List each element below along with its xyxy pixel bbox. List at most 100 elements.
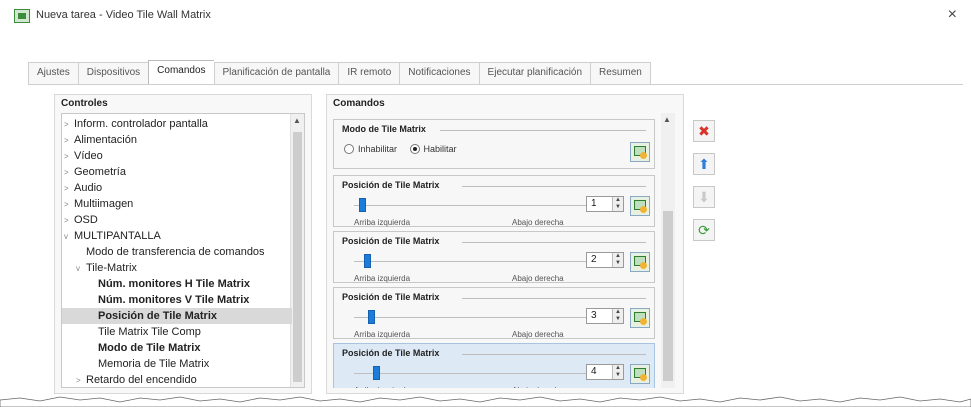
tree-item[interactable]: > Alimentación — [62, 132, 292, 148]
tree-item[interactable]: Tile Matrix Tile Comp — [62, 324, 292, 340]
commands-scrollbar[interactable]: ▲ — [661, 113, 675, 388]
tree-item[interactable]: v MULTIPANTALLA — [62, 228, 292, 244]
tree-scrollbar[interactable]: ▲ — [290, 114, 304, 387]
position-spinbox[interactable]: 2 ▲ ▼ — [586, 252, 624, 268]
position-group: Posición de Tile Matrix Arriba izquierda A… — [333, 343, 655, 388]
chevron-right-icon[interactable]: > — [64, 213, 74, 229]
tree-item[interactable]: Modo de transferencia de comandos — [62, 244, 292, 260]
slider-min-label: Arriba izquierda — [354, 330, 411, 339]
chevron-right-icon[interactable]: > — [64, 117, 74, 133]
slider-thumb[interactable] — [373, 366, 380, 380]
chevron-right-icon[interactable]: > — [64, 181, 74, 197]
tree-item[interactable]: Modo de Tile Matrix — [62, 340, 292, 356]
scroll-up-icon[interactable]: ▲ — [293, 116, 301, 125]
scroll-thumb[interactable] — [293, 132, 302, 382]
chevron-down-icon[interactable]: v — [64, 229, 74, 245]
slider-thumb[interactable] — [368, 310, 375, 324]
tree-item-label: Núm. monitores V Tile Matrix — [98, 294, 250, 306]
spin-arrows-icon[interactable]: ▲ ▼ — [612, 197, 623, 211]
slider-thumb[interactable] — [364, 254, 371, 268]
controls-title: Controles — [61, 98, 108, 109]
tree-item[interactable]: Núm. monitores H Tile Matrix — [62, 276, 292, 292]
chevron-down-icon[interactable]: v — [76, 261, 86, 277]
tree-item[interactable]: v Tile-Matrix — [62, 260, 292, 276]
group-divider — [462, 242, 646, 243]
group-divider — [462, 298, 646, 299]
tree-item-label: Retardo del encendido — [86, 374, 197, 386]
position-spinbox[interactable]: 3 ▲ ▼ — [586, 308, 624, 324]
position-slider[interactable] — [354, 254, 602, 268]
tree-item-label: OSD — [74, 214, 98, 226]
position-slider[interactable] — [354, 198, 602, 212]
tab-comandos[interactable]: Comandos — [148, 60, 214, 84]
tree-item[interactable]: > Inform. controlador pantalla — [62, 116, 292, 132]
position-group-title: Posición de Tile Matrix — [342, 236, 440, 246]
radio-habilitar[interactable] — [409, 144, 420, 154]
tree-item[interactable]: Memoria de Tile Matrix — [62, 356, 292, 372]
tree-item-label: Geometría — [74, 166, 126, 178]
move-up-icon[interactable]: ⬆ — [693, 153, 715, 175]
tab-dispositivos[interactable]: Dispositivos — [77, 62, 149, 84]
chevron-right-icon[interactable]: > — [64, 165, 74, 181]
position-group-title: Posición de Tile Matrix — [342, 292, 440, 302]
tree-item-label: Alimentación — [74, 134, 137, 146]
radio-inhabilitar[interactable] — [344, 144, 354, 154]
torn-edge — [0, 396, 971, 407]
spin-arrows-icon[interactable]: ▲ ▼ — [612, 309, 623, 323]
tree-item[interactable]: > Vídeo — [62, 148, 292, 164]
send-command-icon[interactable] — [630, 364, 650, 384]
send-command-icon[interactable] — [630, 252, 650, 272]
move-down-icon[interactable]: ⬇ — [693, 186, 715, 208]
controls-panel: Controles ▲ > Inform. controlador pantall… — [54, 94, 312, 394]
spinbox-value: 4 — [591, 366, 597, 377]
tree-item[interactable]: > Audio — [62, 180, 292, 196]
spinbox-value: 3 — [591, 310, 597, 321]
send-command-icon[interactable] — [630, 142, 650, 162]
chevron-right-icon[interactable]: > — [76, 373, 86, 387]
tab-notificaciones[interactable]: Notificaciones — [399, 62, 479, 84]
position-slider[interactable] — [354, 366, 602, 380]
send-command-icon[interactable] — [630, 308, 650, 328]
tree-item[interactable]: > Multiimagen — [62, 196, 292, 212]
position-group: Posición de Tile Matrix Arriba izquierda A… — [333, 175, 655, 227]
tab-ir-remoto[interactable]: IR remoto — [338, 62, 400, 84]
delete-icon[interactable]: ✖ — [693, 120, 715, 142]
scroll-up-icon[interactable]: ▲ — [663, 115, 671, 124]
mode-radio-row: Inhabilitar Habilitar — [344, 144, 467, 154]
tree-item[interactable]: > Retardo del encendido — [62, 372, 292, 387]
position-spinbox[interactable]: 4 ▲ ▼ — [586, 364, 624, 380]
commands-panel: Comandos Modo de Tile Matrix Inhabilitar… — [326, 94, 684, 394]
slider-max-label: Abajo derecha — [512, 386, 564, 388]
tab-ejecutar-planificación[interactable]: Ejecutar planificación — [478, 62, 591, 84]
slider-min-label: Arriba izquierda — [354, 274, 411, 283]
spin-arrows-icon[interactable]: ▲ ▼ — [612, 365, 623, 379]
chevron-right-icon[interactable]: > — [64, 133, 74, 149]
dialog-window: Nueva tarea - Video Tile Wall Matrix × A… — [0, 0, 971, 407]
spin-arrows-icon[interactable]: ▲ ▼ — [612, 253, 623, 267]
position-spinbox[interactable]: 1 ▲ ▼ — [586, 196, 624, 212]
tab-planificación-de-pantalla[interactable]: Planificación de pantalla — [213, 62, 339, 84]
scroll-thumb[interactable] — [663, 211, 673, 381]
close-icon[interactable]: × — [948, 6, 957, 24]
chevron-right-icon[interactable]: > — [64, 149, 74, 165]
commands-list: Modo de Tile Matrix Inhabilitar Habilita… — [331, 113, 681, 388]
send-command-icon[interactable] — [630, 196, 650, 216]
slider-thumb[interactable] — [359, 198, 366, 212]
spinbox-value: 1 — [591, 198, 597, 209]
position-slider[interactable] — [354, 310, 602, 324]
tree-item[interactable]: > OSD — [62, 212, 292, 228]
tree-item-label: Tile Matrix Tile Comp — [98, 326, 201, 338]
refresh-icon[interactable]: ⟳ — [693, 219, 715, 241]
tree-item[interactable]: > Geometría — [62, 164, 292, 180]
app-icon — [14, 9, 30, 23]
tab-resumen[interactable]: Resumen — [590, 62, 651, 84]
position-group-title: Posición de Tile Matrix — [342, 348, 440, 358]
chevron-right-icon[interactable]: > — [64, 197, 74, 213]
slider-track — [354, 317, 602, 318]
tree-item[interactable]: Núm. monitores V Tile Matrix — [62, 292, 292, 308]
tree-item[interactable]: Posición de Tile Matrix — [62, 308, 292, 324]
tree-item-label: Inform. controlador pantalla — [74, 118, 208, 130]
tab-ajustes[interactable]: Ajustes — [28, 62, 78, 84]
tree-item-label: Núm. monitores H Tile Matrix — [98, 278, 250, 290]
slider-max-label: Abajo derecha — [512, 218, 564, 227]
